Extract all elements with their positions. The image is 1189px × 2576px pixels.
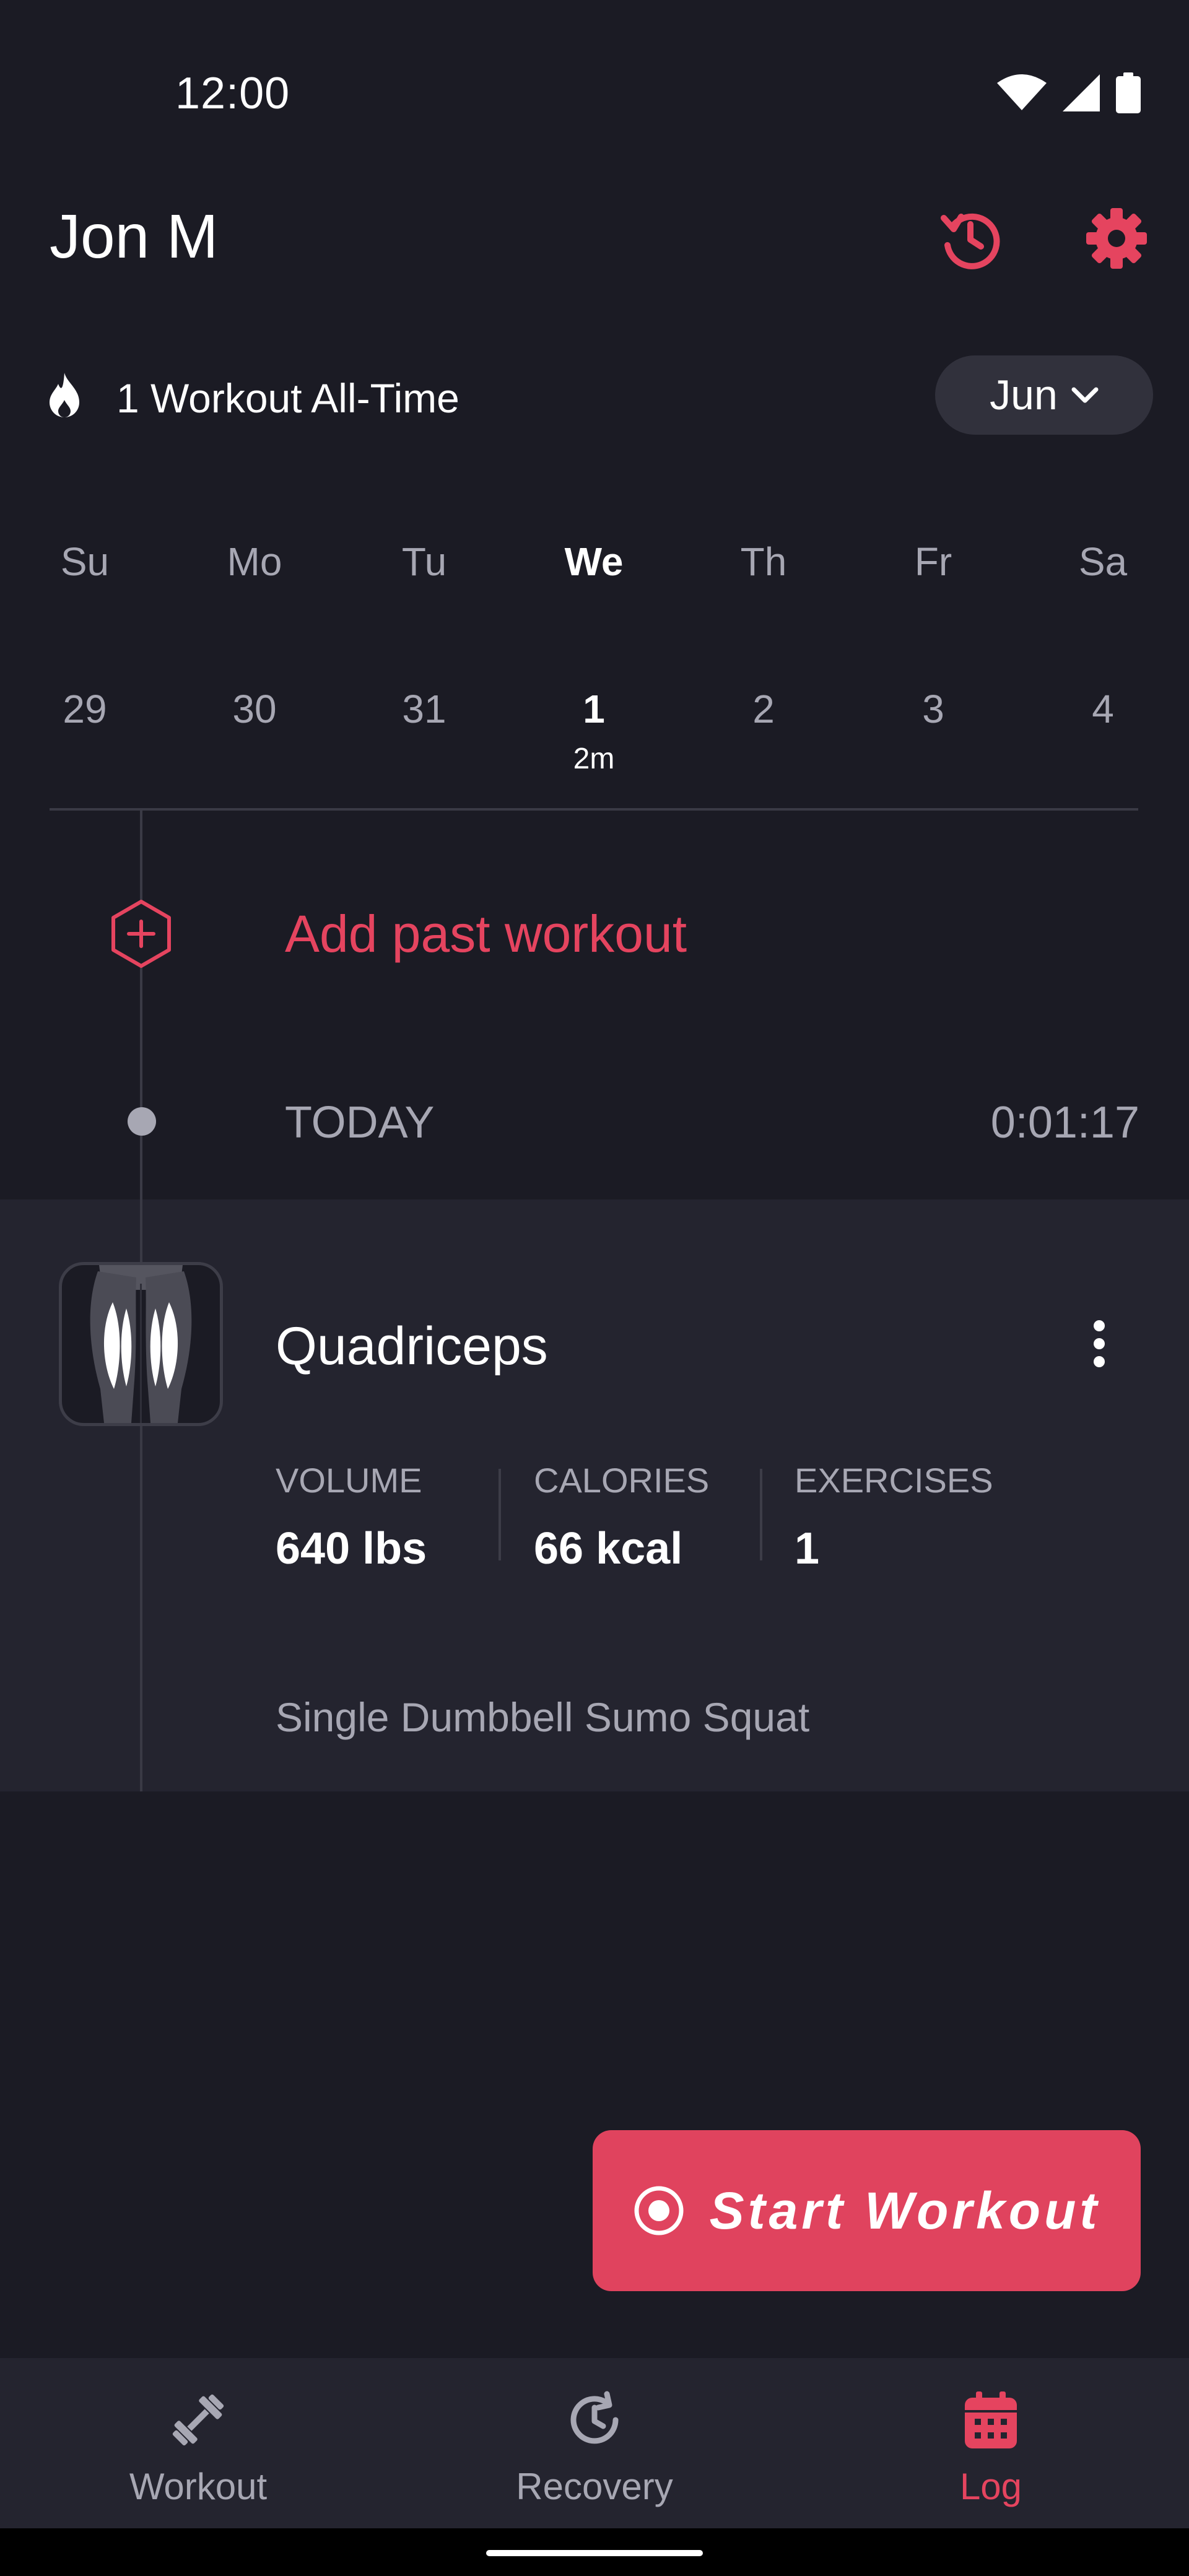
stat-divider — [760, 1469, 762, 1560]
stat-exercises-value: 1 — [795, 1524, 820, 1573]
day-duration: 2m — [573, 742, 615, 775]
calendar-icon — [957, 2386, 1025, 2454]
nav-recovery-label: Recovery — [516, 2466, 673, 2507]
start-workout-button[interactable]: Start Workout — [593, 2130, 1141, 2291]
stat-exercises-label: EXERCISES — [795, 1461, 993, 1500]
page-title: Jon M — [50, 202, 219, 271]
wifi-icon — [997, 74, 1047, 110]
battery-icon — [1116, 72, 1141, 113]
calendar-day-29[interactable]: 29 — [0, 686, 170, 732]
workout-title: Quadriceps — [276, 1316, 548, 1376]
day-name-tu: Tu — [401, 539, 447, 584]
record-icon — [634, 2186, 684, 2235]
month-label: Jun — [990, 372, 1058, 419]
stat-volume-label: VOLUME — [276, 1461, 422, 1500]
day-name-fr: Fr — [914, 539, 952, 584]
status-bar: 12:00 — [0, 0, 1189, 118]
exercise-name: Single Dumbbell Sumo Squat — [276, 1694, 810, 1740]
add-hexagon-icon[interactable] — [105, 898, 177, 970]
today-timer: 0:01:17 — [990, 1098, 1139, 1147]
nav-log[interactable]: Log — [793, 2358, 1189, 2528]
calendar-day-4[interactable]: 4 — [1018, 686, 1188, 732]
timeline-dot — [128, 1107, 156, 1136]
status-time: 12:00 — [175, 69, 290, 118]
calendar-day-3[interactable]: 3 — [848, 686, 1018, 732]
status-icons — [997, 68, 1141, 118]
recovery-icon — [560, 2386, 629, 2454]
stat-calories-label: CALORIES — [534, 1461, 710, 1500]
chevron-down-icon — [1071, 387, 1099, 403]
bottom-nav: Workout Recovery Log — [0, 2358, 1189, 2528]
day-name-th: Th — [740, 539, 787, 584]
stat-calories-value: 66 kcal — [534, 1524, 683, 1573]
stat-volume-value: 640 lbs — [276, 1524, 427, 1573]
day-name-we: We — [564, 539, 624, 584]
nav-recovery[interactable]: Recovery — [396, 2358, 793, 2528]
day-name-sa: Sa — [1078, 539, 1128, 584]
stat-divider — [499, 1469, 501, 1560]
dumbbell-icon — [164, 2386, 232, 2454]
gear-icon[interactable] — [1076, 198, 1157, 279]
nav-workout[interactable]: Workout — [0, 2358, 396, 2528]
signal-icon — [1063, 74, 1100, 111]
add-past-workout-link[interactable]: Add past workout — [285, 904, 687, 964]
home-gesture-handle[interactable] — [486, 2550, 703, 2556]
calendar-divider — [50, 808, 1138, 811]
calendar-day-30[interactable]: 30 — [170, 686, 339, 732]
today-label: TODAY — [285, 1098, 435, 1147]
nav-log-label: Log — [959, 2466, 1022, 2507]
more-options-icon[interactable] — [1081, 1313, 1118, 1375]
quadriceps-muscle-icon — [59, 1262, 223, 1426]
history-icon[interactable] — [930, 198, 1011, 279]
day-name-mo: Mo — [227, 539, 282, 584]
streak-text: 1 Workout All-Time — [116, 375, 459, 421]
day-name-su: Su — [60, 539, 110, 584]
month-selector[interactable]: Jun — [935, 355, 1153, 435]
calendar-day-31[interactable]: 31 — [339, 686, 509, 732]
start-workout-label: Start Workout — [709, 2181, 1101, 2240]
flame-icon — [50, 373, 79, 417]
calendar-day-2[interactable]: 2 — [679, 686, 848, 732]
calendar-day-1[interactable]: 1 — [509, 686, 679, 732]
nav-workout-label: Workout — [129, 2466, 268, 2507]
